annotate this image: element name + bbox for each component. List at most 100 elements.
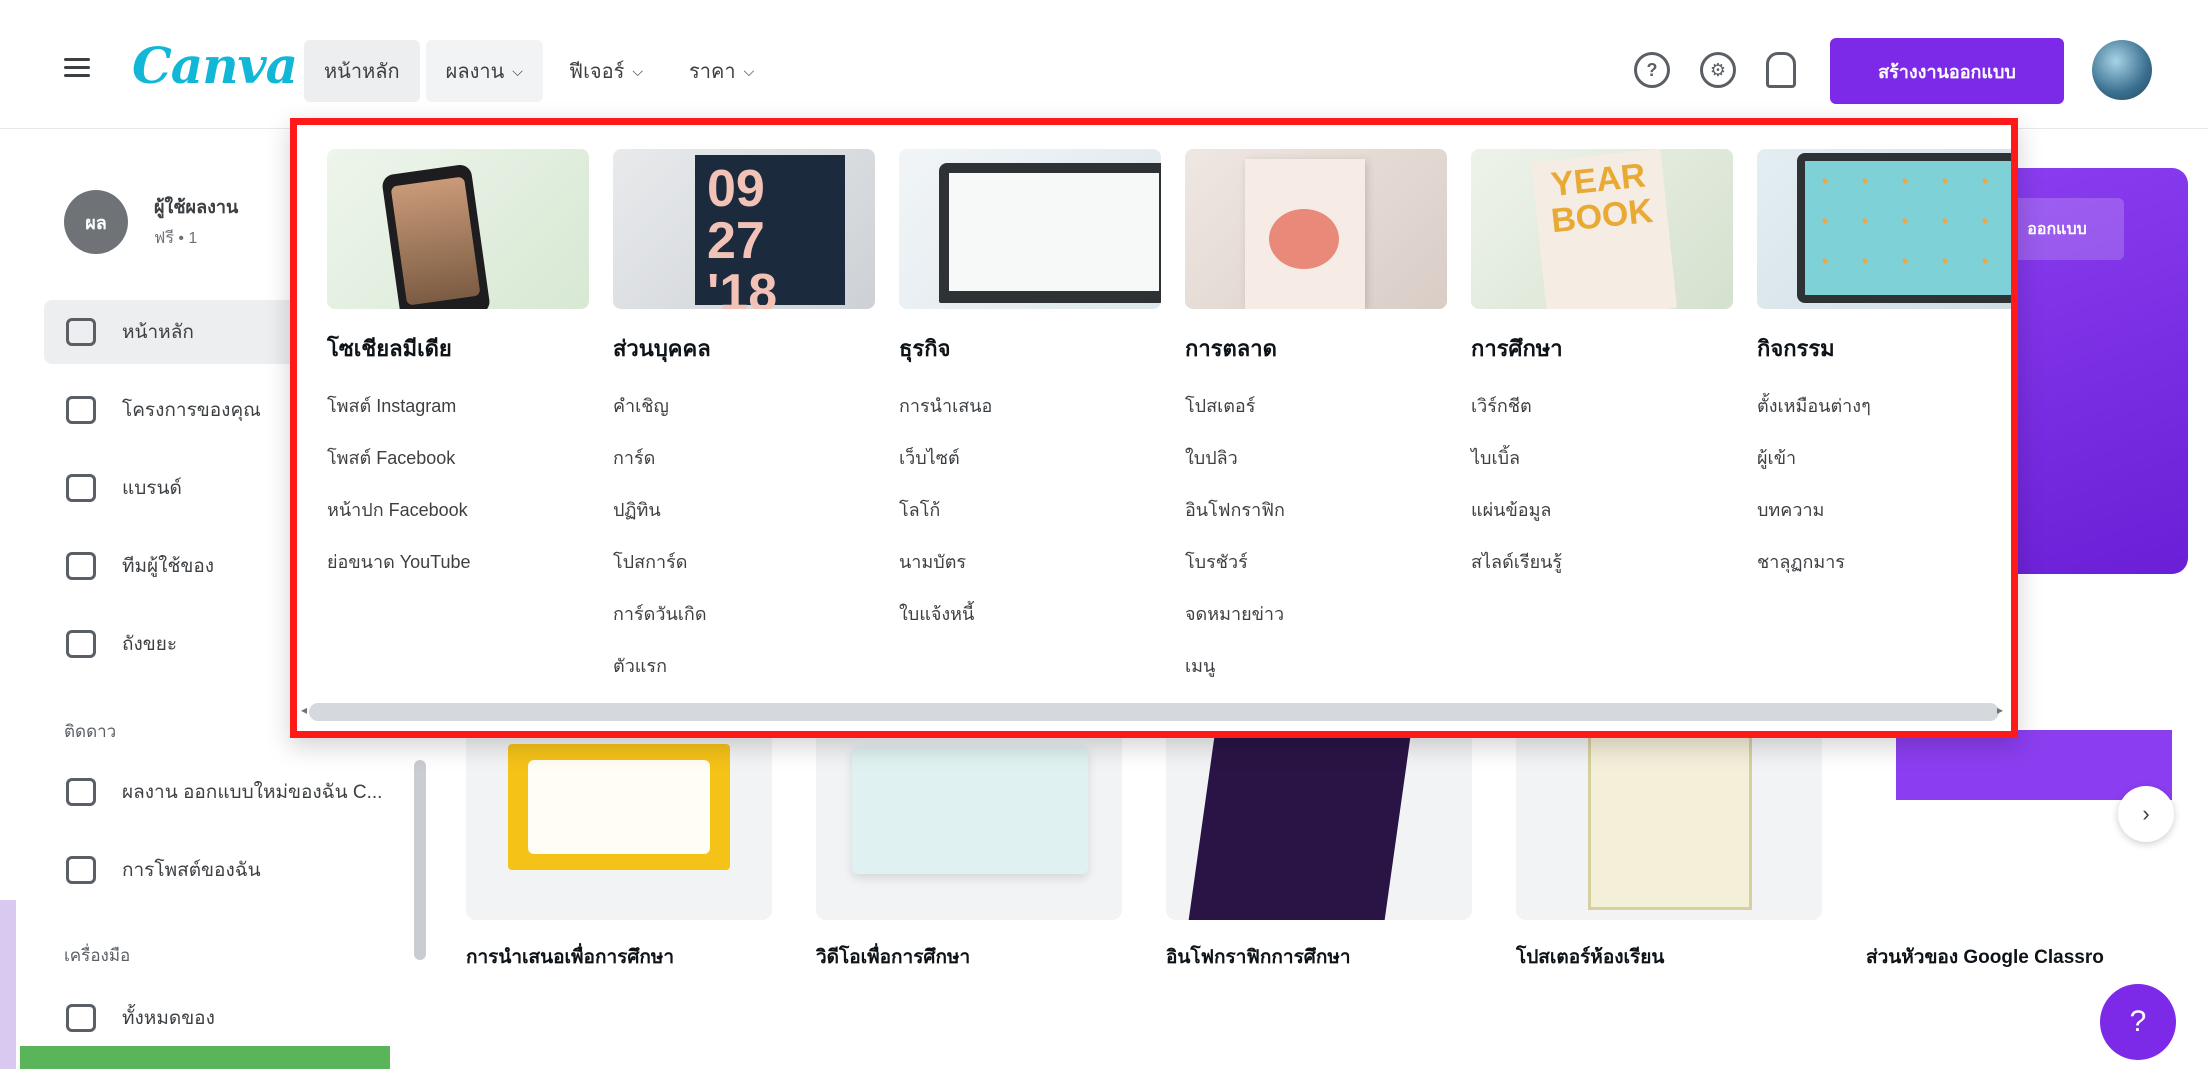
category-link[interactable]: อินโฟกราฟิก — [1185, 484, 1447, 536]
nav-features-label: ฟีเจอร์ — [568, 61, 625, 83]
nav-designs[interactable]: ผลงาน ⌵ — [425, 40, 543, 102]
sidebar-item-brand[interactable]: แบรนด์ — [44, 456, 306, 520]
category-link[interactable]: โบรชัวร์ — [1185, 536, 1447, 588]
nav-home[interactable]: หน้าหลัก — [304, 40, 420, 102]
category-title[interactable]: การศึกษา — [1471, 331, 1733, 366]
dropdown-horizontal-scrollbar[interactable] — [309, 703, 1999, 721]
category-links: ตั้งเหมือนต่างๆ ผู้เข้า บทความ ชาลุฏกมาร — [1757, 380, 2011, 588]
category-image[interactable] — [327, 149, 589, 309]
scroll-left-icon[interactable]: ◂ — [301, 703, 307, 717]
category-title[interactable]: กิจกรรม — [1757, 331, 2011, 366]
designs-dropdown-menu: โซเชียลมีเดีย โพสต์ Instagram โพสต์ Face… — [290, 118, 2018, 738]
sidebar-item-team[interactable]: ทีมผู้ใช้ของ — [44, 534, 306, 598]
canva-logo[interactable]: Canva — [132, 36, 298, 95]
home-icon — [66, 318, 96, 346]
category-link[interactable]: แผ่นข้อมูล — [1471, 484, 1733, 536]
user-avatar[interactable]: ผล — [64, 190, 128, 254]
category-image[interactable] — [899, 149, 1161, 309]
settings-icon[interactable]: ⚙ — [1700, 52, 1736, 88]
sidebar-item-tools[interactable]: ทั้งหมดของ — [44, 986, 306, 1050]
folder-icon — [66, 396, 96, 424]
category-link[interactable]: นามบัตร — [899, 536, 1161, 588]
category-link[interactable]: เมนู — [1185, 640, 1447, 692]
sidebar-item-label: หน้าหลัก — [122, 322, 194, 343]
category-link[interactable]: ย่อขนาด YouTube — [327, 536, 589, 588]
chevron-down-icon: ⌵ — [632, 62, 644, 79]
sidebar-item-home[interactable]: หน้าหลัก — [44, 300, 306, 364]
top-nav: หน้าหลัก ผลงาน ⌵ ฟีเจอร์ ⌵ ราคา ⌵ — [304, 40, 774, 102]
category-links: โปสเตอร์ ใบปลิว อินโฟกราฟิก โบรชัวร์ จดห… — [1185, 380, 1447, 692]
starred-section-title: ติดดาว — [64, 722, 117, 741]
sidebar-item-label: ผลงาน ออกแบบใหม่ของฉัน C... — [122, 782, 383, 803]
category-image[interactable]: 09 27 '18 — [613, 149, 875, 309]
scroll-right-icon[interactable]: ▸ — [1997, 703, 2003, 717]
category-title[interactable]: การตลาด — [1185, 331, 1447, 366]
help-icon[interactable]: ? — [1634, 52, 1670, 88]
category-marketing: การตลาด โปสเตอร์ ใบปลิว อินโฟกราฟิก โบรช… — [1185, 149, 1447, 692]
template-label: วิดีโอเพื่อการศึกษา — [816, 947, 971, 968]
inbox-icon — [66, 856, 96, 884]
category-link[interactable]: โพสต์ Instagram — [327, 380, 589, 432]
decorative-strip — [0, 900, 16, 1069]
category-link[interactable]: ใบปลิว — [1185, 432, 1447, 484]
category-link[interactable]: ใบแจ้งหนี้ — [899, 588, 1161, 640]
template-label: การนำเสนอเพื่อการศึกษา — [466, 947, 675, 968]
user-name: ผู้ใช้ผลงาน — [154, 197, 239, 217]
category-link[interactable]: การนำเสนอ — [899, 380, 1161, 432]
sidebar-scrollbar[interactable] — [414, 760, 426, 960]
category-link[interactable]: ตั้งเหมือนต่างๆ — [1757, 380, 2011, 432]
gear-icon — [66, 778, 96, 806]
sidebar-item-label: การโพสต์ของฉัน — [122, 860, 261, 881]
avatar[interactable] — [2092, 40, 2152, 100]
create-design-button[interactable]: สร้างงานออกแบบ — [1830, 38, 2064, 104]
category-image[interactable] — [1757, 149, 2011, 309]
category-image[interactable] — [1185, 149, 1447, 309]
category-link[interactable]: การ์ดวันเกิด — [613, 588, 875, 640]
category-link[interactable]: การ์ด — [613, 432, 875, 484]
nav-features[interactable]: ฟีเจอร์ ⌵ — [549, 40, 663, 102]
category-link[interactable]: ปฏิทิน — [613, 484, 875, 536]
category-title[interactable]: ธุรกิจ — [899, 331, 1161, 366]
category-links: คำเชิญ การ์ด ปฏิทิน โปสการ์ด การ์ดวันเกิ… — [613, 380, 875, 692]
category-link[interactable]: หน้าปก Facebook — [327, 484, 589, 536]
category-links: เวิร์กชีต ไบเบิ้ล แผ่นข้อมูล สไลด์เรียนร… — [1471, 380, 1733, 588]
category-title[interactable]: ส่วนบุคคล — [613, 331, 875, 366]
category-education: YEAR BOOK การศึกษา เวิร์กชีต ไบเบิ้ล แผ่… — [1471, 149, 1733, 588]
category-link[interactable]: สไลด์เรียนรู้ — [1471, 536, 1733, 588]
category-link[interactable]: เว็บไซต์ — [899, 432, 1161, 484]
team-icon — [66, 552, 96, 580]
category-title[interactable]: โซเชียลมีเดีย — [327, 331, 589, 366]
help-button[interactable]: ? — [2100, 984, 2176, 1060]
sidebar-item-projects[interactable]: โครงการของคุณ — [44, 378, 306, 442]
category-link[interactable]: โปสการ์ด — [613, 536, 875, 588]
tools-section-title: เครื่องมือ — [64, 946, 131, 965]
category-link[interactable]: โลโก้ — [899, 484, 1161, 536]
category-link[interactable]: ชาลุฏกมาร — [1757, 536, 2011, 588]
category-links: โพสต์ Instagram โพสต์ Facebook หน้าปก Fa… — [327, 380, 589, 588]
sidebar-item-starred-2[interactable]: การโพสต์ของฉัน — [44, 838, 306, 902]
category-link[interactable]: คำเชิญ — [613, 380, 875, 432]
notification-bell-icon[interactable] — [1766, 52, 1796, 88]
category-business: ธุรกิจ การนำเสนอ เว็บไซต์ โลโก้ นามบัตร … — [899, 149, 1161, 640]
sidebar-item-trash[interactable]: ถังขยะ — [44, 612, 306, 676]
category-link[interactable]: โพสต์ Facebook — [327, 432, 589, 484]
chevron-down-icon: ⌵ — [512, 62, 523, 79]
top-icons: ? ⚙ — [1634, 52, 1796, 88]
template-label: โปสเตอร์ห้องเรียน — [1516, 947, 1665, 968]
category-link[interactable]: ไบเบิ้ล — [1471, 432, 1733, 484]
chevron-right-icon[interactable]: › — [2118, 786, 2174, 842]
template-label: อินโฟกราฟิกการศึกษา — [1166, 947, 1351, 968]
category-link[interactable]: เวิร์กชีต — [1471, 380, 1733, 432]
category-link[interactable]: ตัวแรก — [613, 640, 875, 692]
category-image[interactable]: YEAR BOOK — [1471, 149, 1733, 309]
card-text: 09 27 '18 — [695, 155, 845, 309]
category-link[interactable]: บทความ — [1757, 484, 2011, 536]
menu-icon[interactable] — [64, 58, 90, 77]
nav-home-label: หน้าหลัก — [324, 61, 400, 83]
category-link[interactable]: จดหมายข่าว — [1185, 588, 1447, 640]
category-link[interactable]: โปสเตอร์ — [1185, 380, 1447, 432]
sidebar-item-starred-1[interactable]: ผลงาน ออกแบบใหม่ของฉัน C... — [44, 760, 404, 824]
nav-pricing[interactable]: ราคา ⌵ — [669, 40, 774, 102]
category-link[interactable]: ผู้เข้า — [1757, 432, 2011, 484]
chevron-down-icon: ⌵ — [743, 62, 755, 79]
